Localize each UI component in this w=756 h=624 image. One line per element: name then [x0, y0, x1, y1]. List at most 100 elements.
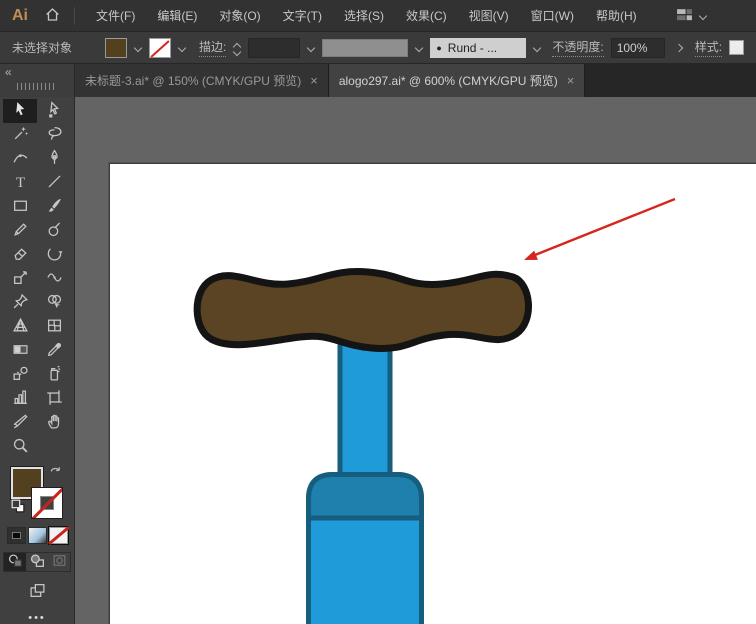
menu-item-8[interactable]: 帮助(H) [585, 0, 648, 32]
edit-toolbar-button[interactable]: ••• [28, 612, 46, 624]
gradient-tool[interactable] [3, 339, 37, 363]
graphic-style-swatch[interactable] [729, 40, 744, 55]
puppet-warp-tool[interactable] [3, 291, 37, 315]
width-icon [46, 269, 63, 289]
pen-tool[interactable] [37, 147, 71, 171]
slice-tool[interactable] [3, 411, 37, 435]
workspace-layout-icon [676, 6, 693, 26]
stroke-chevron-down-icon[interactable] [178, 44, 186, 52]
toolbar-drag-grip[interactable] [17, 83, 57, 90]
fill-color-swatch[interactable] [105, 38, 127, 58]
perspective-grid-tool[interactable] [3, 315, 37, 339]
opacity-label[interactable]: 不透明度: [552, 38, 603, 57]
width-tool[interactable] [37, 267, 71, 291]
none-button[interactable] [49, 527, 68, 544]
control-bar: 未选择对象 描边: ● Rund - ... 不透明度: 100% 样式: [0, 32, 756, 64]
lasso-tool[interactable] [37, 123, 71, 147]
tools-panel: T ••• [0, 97, 75, 624]
canvas-area[interactable] [75, 97, 756, 624]
column-graph-tool[interactable] [3, 387, 37, 411]
draw-inside-button[interactable] [48, 553, 70, 571]
eyedropper-tool[interactable] [37, 339, 71, 363]
rotate-tool[interactable] [37, 243, 71, 267]
scale-tool[interactable] [3, 267, 37, 291]
hand-tool[interactable] [37, 411, 71, 435]
rectangle-tool[interactable] [3, 195, 37, 219]
paintbrush-tool[interactable] [37, 195, 71, 219]
brush-bullet: ● [436, 43, 441, 53]
symbol-sprayer-tool[interactable] [37, 363, 71, 387]
blob-brush-tool[interactable] [37, 219, 71, 243]
stroke-weight-stepper[interactable] [233, 38, 241, 58]
brush-name: Rund - ... [448, 41, 497, 55]
curvature-tool[interactable] [3, 147, 37, 171]
artboard-icon [46, 389, 63, 409]
tab-title: alogo297.ai* @ 600% (CMYK/GPU 预览) [339, 72, 558, 89]
eraser-icon [12, 245, 29, 265]
home-button[interactable] [38, 4, 66, 28]
profile-chevron-down-icon[interactable] [415, 44, 423, 52]
pencil-icon [12, 221, 29, 241]
magic-wand-icon [12, 125, 29, 145]
menu-item-5[interactable]: 效果(C) [395, 0, 458, 32]
type-tool[interactable]: T [3, 171, 37, 195]
swap-fill-stroke-icon[interactable] [48, 465, 65, 485]
illustrator-logo: Ai [0, 7, 38, 25]
artboard-tool[interactable] [37, 387, 71, 411]
blend-tool[interactable] [3, 363, 37, 387]
tab-close-icon[interactable]: × [567, 73, 575, 88]
menu-item-1[interactable]: 编辑(E) [146, 0, 208, 32]
column-graph-icon [12, 389, 29, 409]
direct-selection-tool[interactable] [37, 99, 71, 123]
shape-builder-tool[interactable] [37, 291, 71, 315]
document-tab-0[interactable]: 未标题-3.ai* @ 150% (CMYK/GPU 预览)× [75, 64, 329, 97]
shape-builder-icon [46, 293, 63, 313]
draw-normal-icon [7, 552, 24, 572]
stepper-up-icon[interactable] [233, 41, 241, 47]
gradient-button[interactable] [28, 527, 47, 544]
menu-item-4[interactable]: 选择(S) [333, 0, 395, 32]
stroke-weight-field[interactable] [248, 38, 300, 58]
weight-chevron-down-icon[interactable] [307, 44, 315, 52]
collapse-toolbar-button[interactable]: « [5, 65, 12, 79]
stepper-down-icon[interactable] [233, 48, 241, 54]
draw-normal-button[interactable] [4, 553, 26, 571]
width-profile-field[interactable] [322, 39, 408, 57]
menubar-divider [74, 7, 75, 25]
fill-chevron-down-icon[interactable] [134, 44, 142, 52]
stroke-color-swatch[interactable] [149, 38, 171, 58]
color-button[interactable] [7, 527, 26, 544]
line-segment-tool[interactable] [37, 171, 71, 195]
gradient-icon [12, 341, 29, 361]
lasso-icon [46, 125, 63, 145]
menu-item-2[interactable]: 对象(O) [208, 0, 271, 32]
brush-definition-dropdown[interactable]: ● Rund - ... [430, 38, 526, 58]
menu-item-7[interactable]: 窗口(W) [520, 0, 585, 32]
stroke-swatch[interactable] [31, 487, 63, 519]
document-tab-1[interactable]: alogo297.ai* @ 600% (CMYK/GPU 预览) × [329, 64, 586, 97]
selection-tool[interactable] [3, 99, 37, 123]
menu-item-3[interactable]: 文字(T) [272, 0, 333, 32]
brush-chevron-down-icon[interactable] [533, 44, 541, 52]
zoom-tool[interactable] [3, 435, 37, 459]
blob-brush-icon [46, 221, 63, 241]
draw-inside-icon [51, 552, 68, 572]
draw-behind-icon [29, 552, 46, 572]
pencil-tool[interactable] [3, 219, 37, 243]
tools-grid: T [3, 99, 71, 459]
mesh-tool[interactable] [37, 315, 71, 339]
opacity-field[interactable]: 100% [611, 38, 665, 58]
default-fill-stroke-icon[interactable] [9, 497, 26, 517]
stroke-weight-label[interactable]: 描边: [199, 38, 226, 57]
tab-close-icon[interactable]: × [310, 73, 318, 88]
eraser-tool[interactable] [3, 243, 37, 267]
draw-behind-button[interactable] [26, 553, 48, 571]
expand-panel-button[interactable] [672, 38, 688, 58]
menu-item-6[interactable]: 视图(V) [458, 0, 520, 32]
style-label[interactable]: 样式: [695, 38, 722, 57]
workspace-switcher[interactable] [670, 4, 713, 28]
magic-wand-tool[interactable] [3, 123, 37, 147]
scale-icon [12, 269, 29, 289]
menu-item-0[interactable]: 文件(F) [85, 0, 146, 32]
change-screen-mode-button[interactable] [29, 582, 46, 602]
